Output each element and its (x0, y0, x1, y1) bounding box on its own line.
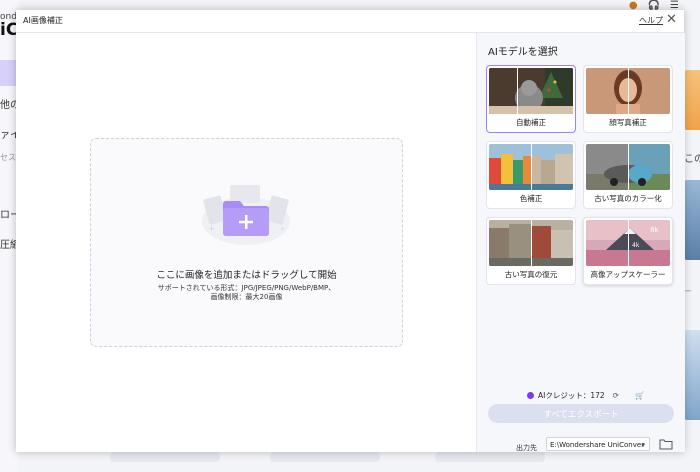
badge-4k: 4k (632, 242, 640, 249)
model-card-colorize[interactable]: 古い写真のカラー化 (583, 141, 673, 209)
ai-credit-label: AIクレジット：172 (538, 391, 605, 400)
help-link[interactable]: ヘルプ (639, 15, 663, 26)
background-thumbnail (684, 180, 700, 260)
badge-8k: 8k (650, 226, 659, 234)
background-bottom-bar (270, 452, 380, 462)
output-label: 出力先 (516, 444, 537, 452)
compare-divider (531, 220, 532, 266)
color-preview-image (489, 144, 573, 190)
background-thumbnail (684, 330, 700, 420)
colorize-preview-image (586, 144, 670, 190)
refresh-icon[interactable]: ⟳ (613, 391, 619, 400)
model-card-face[interactable]: 顔写真補正 (583, 65, 673, 133)
image-limit: 画像制限：最大20画像 (210, 293, 283, 301)
background-bottom-bar (110, 452, 220, 462)
compare-divider (531, 144, 532, 190)
compare-divider (628, 68, 629, 114)
model-label: 古い写真の復元 (504, 270, 558, 279)
dialog-title: AI画像補正 (23, 16, 63, 25)
model-label: 顔写真補正 (609, 118, 647, 127)
drop-zone-title: ここに画像を追加またはドラッグして開始 (156, 270, 337, 281)
dialog-titlebar: AI画像補正 ヘルプ ✕ (16, 10, 684, 33)
model-card-restore[interactable]: 古い写真の復元 (486, 217, 576, 285)
folder-icon[interactable] (659, 436, 673, 450)
svg-text:+: + (208, 224, 215, 233)
compare-divider (628, 144, 629, 190)
drop-zone[interactable]: + + ここに画像を追加またはドラッグして開始 サポートされている形式：JPG/… (90, 138, 403, 347)
add-folder-icon[interactable]: + + (196, 179, 296, 249)
model-label: 古い写真のカラー化 (594, 194, 662, 203)
export-all-button[interactable]: すべてエクスポート (488, 404, 674, 423)
output-path-value: E:\Wondershare UniConver (550, 441, 645, 449)
compare-divider (517, 68, 518, 114)
ai-credit-row: AIクレジット：172 ⟳ 🛒 (527, 390, 644, 401)
model-card-upscaler[interactable]: 4k 8k 高像アップスケーラー (583, 217, 673, 285)
model-label: 高像アップスケーラー (590, 270, 666, 279)
model-label: 自動補正 (516, 118, 546, 127)
ai-enhance-dialog: AI画像補正 ヘルプ ✕ + + ここに画像を追加またはドラッグして開始 サポー… (16, 10, 685, 452)
drop-zone-formats: サポートされている形式：JPG/JPEG/PNG/WebP/BMP、 画像制限：… (91, 284, 402, 302)
background-thumbnail (684, 70, 700, 130)
upscaler-preview-image: 4k 8k (586, 220, 670, 266)
compare-divider (628, 220, 629, 266)
auto-preview-image (489, 68, 573, 114)
restore-preview-image (489, 220, 573, 266)
model-card-color[interactable]: 色補正 (486, 141, 576, 209)
model-card-auto[interactable]: 自動補正 (486, 65, 576, 133)
chevron-down-icon: ▾ (641, 441, 645, 449)
output-path-select[interactable]: E:\Wondershare UniConver ▾ (546, 437, 650, 451)
main-area: + + ここに画像を追加またはドラッグして開始 サポートされている形式：JPG/… (16, 33, 476, 452)
credit-icon (527, 392, 534, 399)
panel-title: AIモデルを選択 (488, 47, 558, 58)
background-sidebar-active (0, 60, 16, 86)
close-icon[interactable]: ✕ (666, 12, 677, 28)
supported-formats: サポートされている形式：JPG/JPEG/PNG/WebP/BMP、 (157, 284, 336, 292)
model-label: 色補正 (519, 194, 543, 203)
background-right-text: この他 (684, 154, 700, 165)
cart-icon[interactable]: 🛒 (635, 391, 644, 400)
background-sidebar-item[interactable]: セス (0, 152, 16, 163)
face-preview-image (586, 68, 670, 114)
model-panel: AIモデルを選択 自動補正 顔写真補正 色補正 古い写真のカラー化 古い写真の復… (476, 33, 685, 452)
background-right-text: ー (684, 287, 692, 296)
svg-text:+: + (280, 226, 285, 233)
background-bottom-bar (435, 452, 545, 462)
